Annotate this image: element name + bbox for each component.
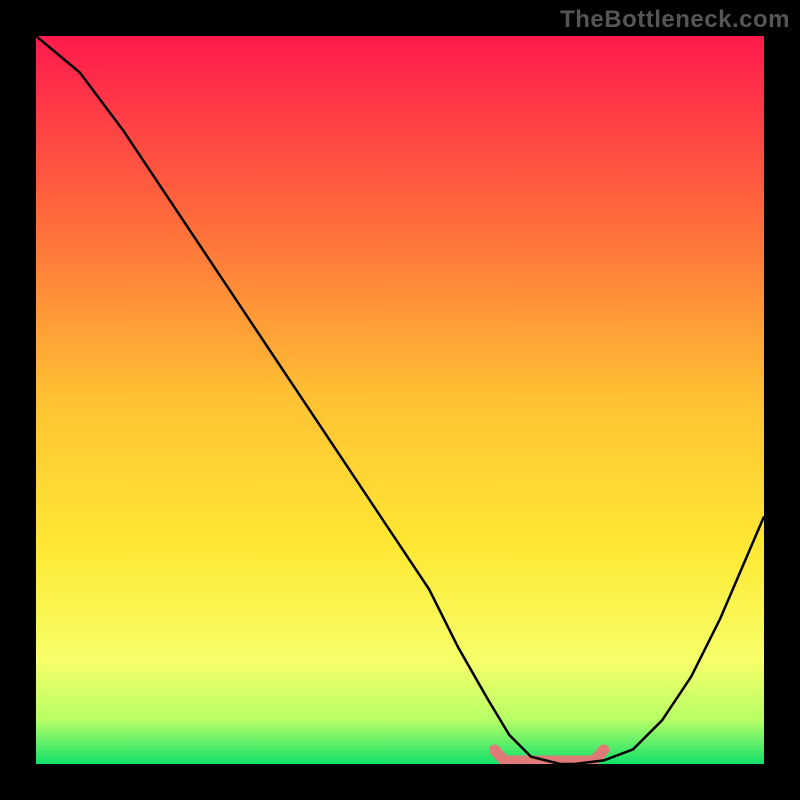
watermark-text: TheBottleneck.com <box>560 6 790 34</box>
plot-area <box>36 36 764 764</box>
chart-svg <box>36 36 764 764</box>
gradient-background <box>36 36 764 764</box>
chart-container: TheBottleneck.com <box>0 0 800 800</box>
